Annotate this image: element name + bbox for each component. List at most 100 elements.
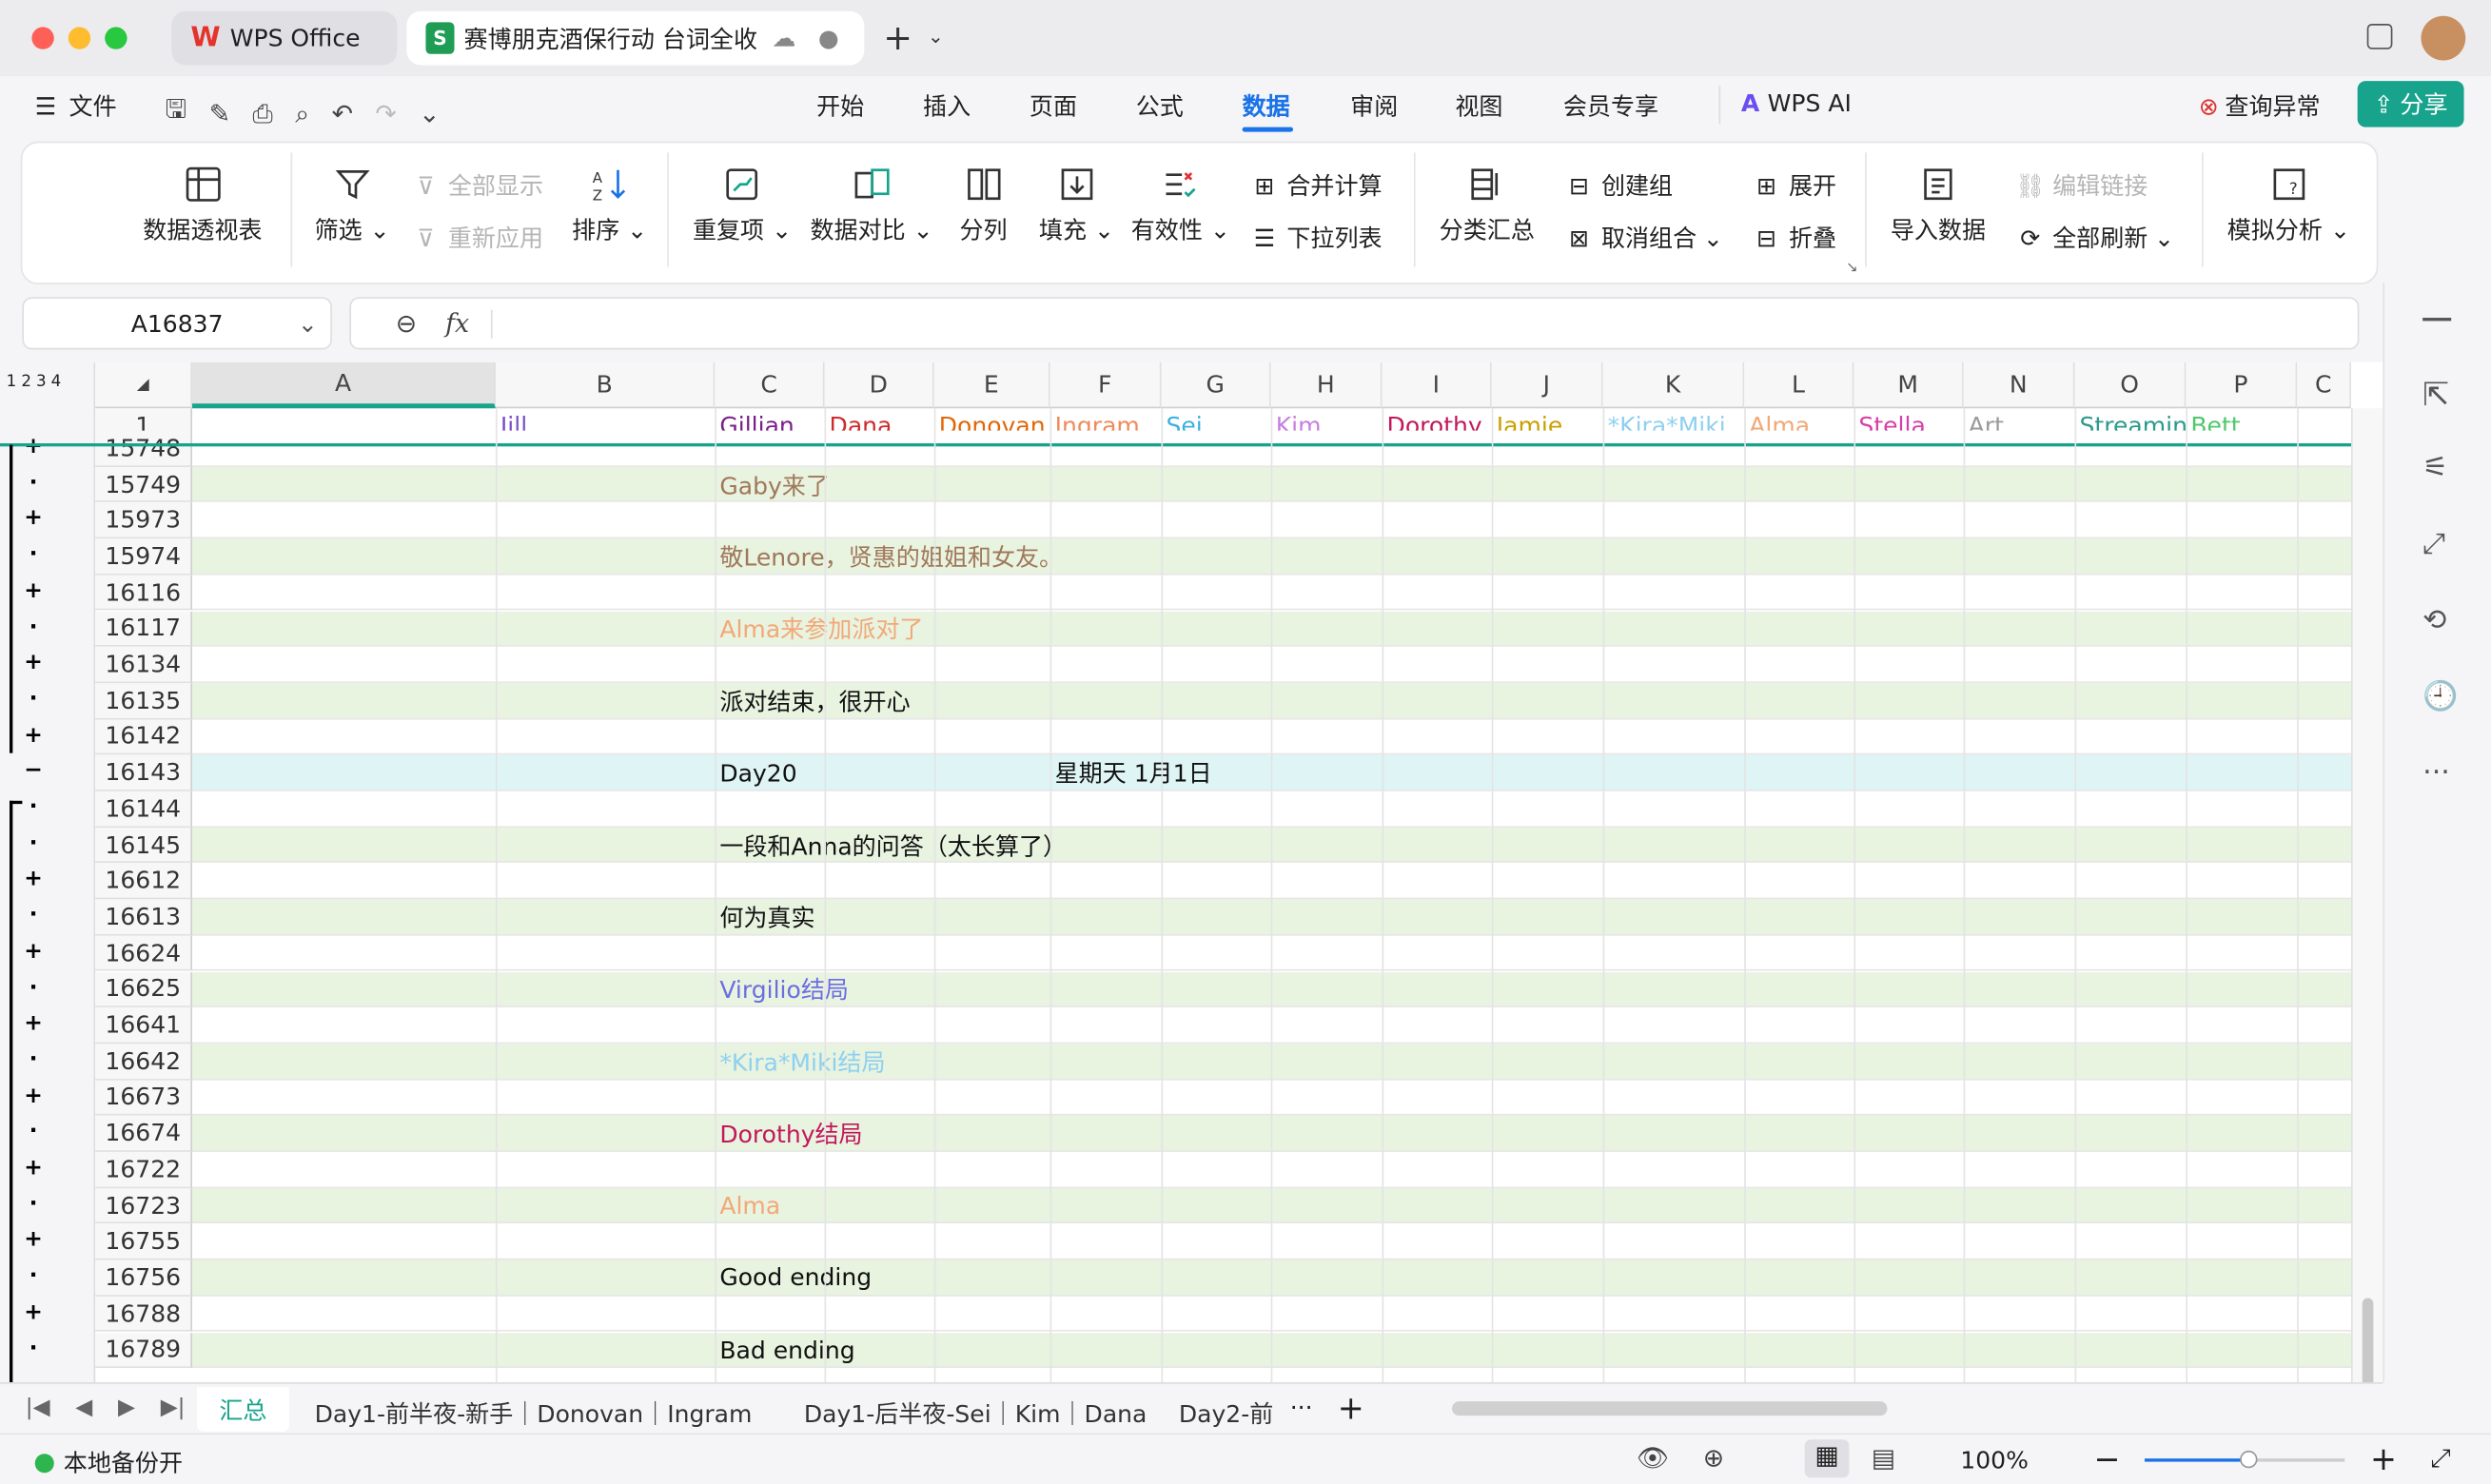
cell-text[interactable]: Dorothy结局 <box>715 1116 862 1152</box>
new-tab-icon[interactable]: + <box>883 19 912 59</box>
last-sheet-icon[interactable]: ▶| <box>161 1395 186 1420</box>
sheet-tab-summary[interactable]: 汇总 <box>197 1387 289 1432</box>
sheet-tab-day1-early[interactable]: Day1-前半夜-新手｜Donovan｜Ingram <box>315 1396 753 1430</box>
zoom-formula-icon[interactable]: ⊖ <box>396 308 417 339</box>
column-header-N[interactable]: N <box>1963 361 2075 409</box>
cell-text[interactable]: Alma来参加派对了 <box>715 611 923 647</box>
cell-text[interactable]: Bad ending <box>715 1332 854 1368</box>
cell-text[interactable]: Good ending <box>715 1260 872 1297</box>
history-icon[interactable]: 🕘 <box>2422 680 2458 713</box>
first-sheet-icon[interactable]: |◀ <box>26 1395 50 1420</box>
row-header[interactable]: 16144 <box>95 791 193 828</box>
check-anomaly-button[interactable]: ⊗ 查询异常 <box>2199 89 2321 123</box>
row-header[interactable]: 16145 <box>95 827 193 864</box>
format-painter-icon[interactable]: ✎ <box>209 99 230 129</box>
column-header-P[interactable]: P <box>2186 361 2298 409</box>
wps-ai-button[interactable]: A WPS AI <box>1741 89 1852 118</box>
row-header[interactable]: 16116 <box>95 575 193 612</box>
group-dialog-launcher-icon[interactable]: ↘ <box>1846 261 1858 277</box>
tab-view[interactable]: 视图 <box>1455 89 1502 123</box>
spreadsheet-grid[interactable]: 1234 ◢ ABCDEFGHIJKLMNOPC 1 Jill Gillian Da… <box>0 361 2383 1383</box>
normal-view-icon[interactable]: ▦ <box>1804 1439 1850 1478</box>
row-header[interactable]: 15974 <box>95 538 193 576</box>
zoom-window-button[interactable] <box>105 27 127 49</box>
column-header-D[interactable]: D <box>824 361 934 409</box>
row-header[interactable]: 16135 <box>95 683 193 719</box>
column-header-I[interactable]: I <box>1382 361 1492 409</box>
expand-group-icon[interactable]: + <box>22 1011 44 1037</box>
fx-icon[interactable]: fx <box>445 308 469 339</box>
row-header[interactable]: 16642 <box>95 1044 193 1081</box>
column-header-F[interactable]: F <box>1049 361 1162 409</box>
reapply-button[interactable]: ⊽ 重新应用 <box>410 221 543 254</box>
column-header-G[interactable]: G <box>1161 361 1271 409</box>
settings-sliders-icon[interactable]: ⚟ <box>2422 451 2448 484</box>
dropdown-list-button[interactable]: ☰ 下拉列表 <box>1248 221 1383 254</box>
undo-icon[interactable]: ↶ <box>332 99 353 129</box>
redo-icon[interactable]: ↷ <box>375 99 396 129</box>
row-header[interactable]: 16134 <box>95 647 193 683</box>
crosshair-icon[interactable]: ⊕ <box>1703 1443 1724 1474</box>
column-header-M[interactable]: M <box>1854 361 1964 409</box>
row-header[interactable]: 16624 <box>95 935 193 972</box>
cell-text[interactable]: 一段和Anna的问答（太长算了） <box>715 828 1067 864</box>
outline-level-4[interactable]: 4 <box>51 373 62 390</box>
split-column-button[interactable]: 分列 <box>959 162 1008 246</box>
cell-text[interactable]: Day20 <box>715 755 796 791</box>
fullscreen-icon[interactable]: ⤢ <box>2430 1443 2450 1474</box>
expand-group-icon[interactable]: + <box>22 939 44 965</box>
collapse-button[interactable]: ⊟ 折叠 <box>1751 221 1836 254</box>
outline-level-2[interactable]: 2 <box>21 373 31 390</box>
column-header-A[interactable]: A <box>192 361 496 409</box>
column-header-O[interactable]: O <box>2074 361 2187 409</box>
row-header[interactable]: 16788 <box>95 1296 193 1333</box>
column-header-L[interactable]: L <box>1744 361 1854 409</box>
cell-date[interactable]: 星期天 1月1日 <box>1050 755 1212 791</box>
tab-page[interactable]: 页面 <box>1030 89 1077 123</box>
row-header[interactable]: 16789 <box>95 1332 193 1369</box>
zoom-out-icon[interactable]: − <box>2094 1439 2121 1477</box>
vertical-scrollbar[interactable] <box>2351 408 2383 1383</box>
prev-sheet-icon[interactable]: ◀ <box>75 1395 92 1420</box>
more-sheets-icon[interactable]: ··· <box>1290 1394 1313 1422</box>
select-cursor-icon[interactable]: ⇱ <box>2422 375 2449 413</box>
expand-group-icon[interactable]: + <box>22 1299 44 1325</box>
expand-group-icon[interactable]: + <box>22 578 44 604</box>
expand-button[interactable]: ⊞ 展开 <box>1751 168 1836 202</box>
share-button[interactable]: ⇪ 分享 <box>2357 81 2464 127</box>
row-header[interactable]: 16723 <box>95 1187 193 1224</box>
cell-text[interactable]: 何为真实 <box>715 899 814 935</box>
subtotal-button[interactable]: 分类汇总 <box>1440 162 1535 246</box>
column-header-H[interactable]: H <box>1270 361 1383 409</box>
tab-data[interactable]: 数据 <box>1243 89 1290 123</box>
formula-bar[interactable]: ⊖ fx <box>349 297 2360 350</box>
image-tool-icon[interactable]: ⟲ <box>2422 604 2446 637</box>
tab-start[interactable]: 开始 <box>816 89 864 123</box>
eye-icon[interactable]: 👁 <box>1637 1443 1669 1474</box>
row-header[interactable]: 16143 <box>95 754 193 791</box>
more-icon[interactable]: ··· <box>2422 756 2450 790</box>
row-header[interactable]: 16612 <box>95 863 193 900</box>
row-header[interactable]: 16674 <box>95 1115 193 1152</box>
cell-text[interactable]: 派对结束，很开心 <box>715 683 910 719</box>
more-chevron-icon[interactable]: ⌄ <box>419 99 440 129</box>
cell-text[interactable]: *Kira*Miki结局 <box>715 1044 885 1080</box>
add-sheet-icon[interactable]: + <box>1338 1389 1364 1427</box>
tab-list-chevron-icon[interactable]: ⌄ <box>928 26 944 48</box>
filter-button[interactable]: 筛选 ⌄ <box>315 162 390 246</box>
row-header[interactable]: 16673 <box>95 1080 193 1116</box>
whatif-analysis-button[interactable]: ? 模拟分析 ⌄ <box>2227 162 2350 246</box>
cell-text[interactable]: 敬Lenore，贤惠的姐姐和女友。 <box>715 538 1063 575</box>
row-header[interactable]: 16117 <box>95 611 193 648</box>
transform-icon[interactable]: ⤢ <box>2422 528 2445 561</box>
ungroup-button[interactable]: ⊠ 取消组合 ⌄ <box>1563 221 1723 254</box>
minimize-window-button[interactable] <box>68 27 91 49</box>
save-icon[interactable]: 🖫 <box>166 92 187 135</box>
tab-formula[interactable]: 公式 <box>1136 89 1184 123</box>
avatar[interactable] <box>2421 15 2466 61</box>
row-header[interactable]: 16613 <box>95 899 193 936</box>
file-menu[interactable]: ☰ 文件 <box>35 89 117 123</box>
tab-wps-office[interactable]: W WPS Office <box>171 10 398 66</box>
name-box[interactable]: A16837 ⌄ <box>22 297 332 350</box>
print-icon[interactable]: ⎙ <box>253 98 273 129</box>
